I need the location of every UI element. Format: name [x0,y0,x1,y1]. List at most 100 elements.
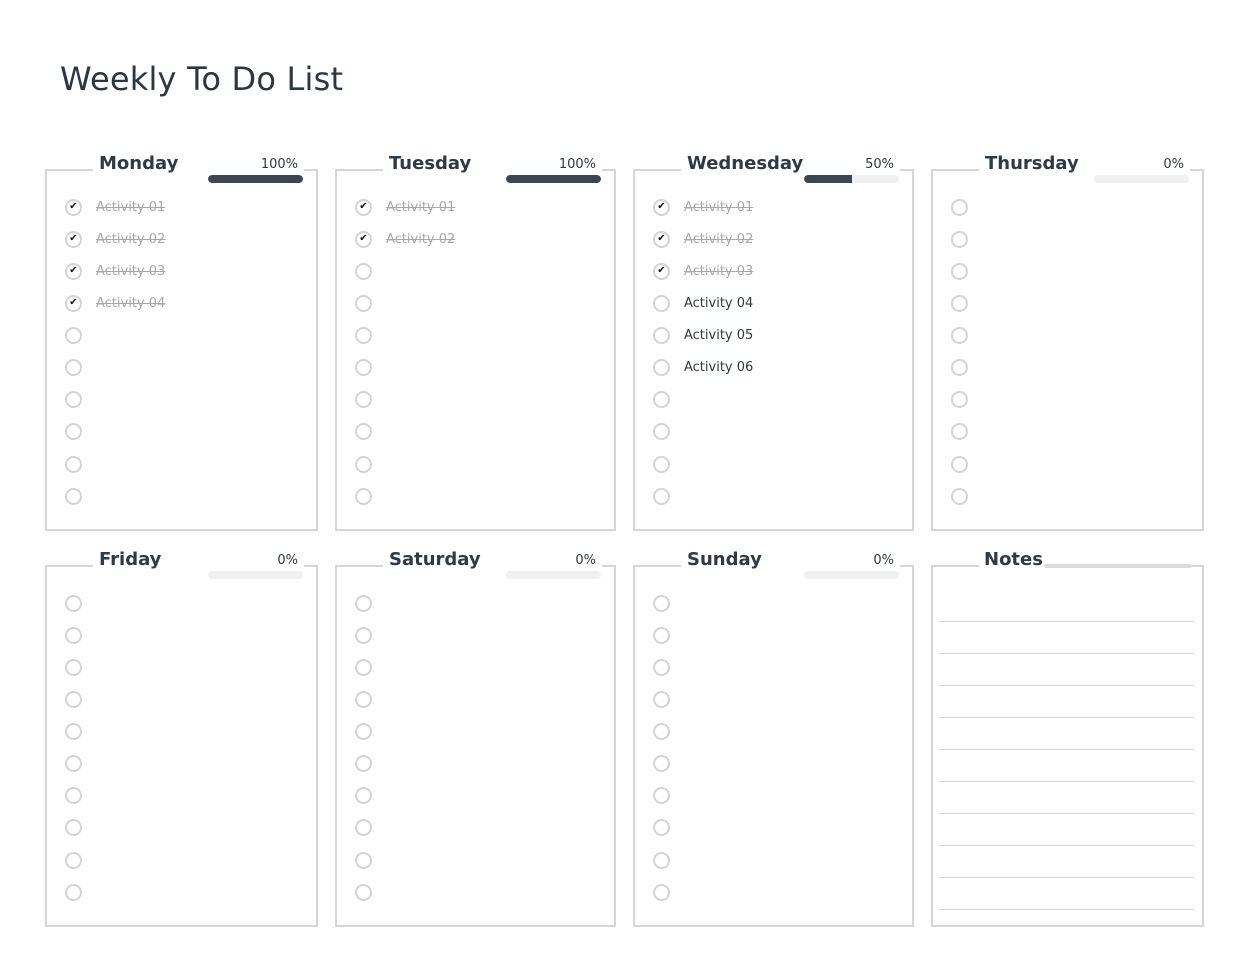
todo-item[interactable] [653,624,684,646]
checkmark-icon[interactable]: ✔ [653,198,670,216]
todo-item[interactable]: ✔ Activity 01 [65,196,165,218]
empty-circle-icon[interactable] [65,390,82,408]
empty-circle-icon[interactable] [355,390,372,408]
todo-item[interactable] [355,592,386,614]
todo-item[interactable] [355,420,386,442]
empty-circle-icon[interactable] [65,786,82,804]
empty-circle-icon[interactable] [653,487,670,505]
todo-item-label[interactable]: Activity 02 [386,232,455,247]
todo-item[interactable] [355,388,386,410]
notes-line[interactable] [939,877,1194,878]
empty-circle-icon[interactable] [653,422,670,440]
todo-item[interactable] [65,485,96,507]
empty-circle-icon[interactable] [65,818,82,836]
empty-circle-icon[interactable] [65,626,82,644]
todo-item[interactable]: Activity 06 [653,356,753,378]
empty-circle-icon[interactable] [951,294,968,312]
empty-circle-icon[interactable] [653,294,670,312]
checkmark-icon[interactable]: ✔ [65,230,82,248]
todo-item[interactable] [355,292,386,314]
todo-item[interactable] [355,688,386,710]
checkmark-icon[interactable]: ✔ [65,294,82,312]
todo-item[interactable] [65,688,96,710]
todo-item[interactable] [951,196,982,218]
empty-circle-icon[interactable] [951,455,968,473]
todo-item[interactable] [355,656,386,678]
todo-item[interactable] [355,849,386,871]
todo-item[interactable] [653,656,684,678]
empty-circle-icon[interactable] [951,262,968,280]
empty-circle-icon[interactable] [355,358,372,376]
empty-circle-icon[interactable] [951,487,968,505]
todo-item[interactable] [951,292,982,314]
todo-item[interactable] [653,420,684,442]
todo-item[interactable] [951,453,982,475]
checkmark-icon[interactable]: ✔ [653,262,670,280]
empty-circle-icon[interactable] [355,455,372,473]
todo-item[interactable] [355,784,386,806]
todo-item[interactable] [951,228,982,250]
todo-item[interactable] [65,720,96,742]
checkmark-icon[interactable]: ✔ [65,262,82,280]
todo-item[interactable] [951,485,982,507]
todo-item[interactable] [65,784,96,806]
todo-item-label[interactable]: Activity 04 [96,296,165,311]
todo-item[interactable] [65,420,96,442]
empty-circle-icon[interactable] [65,690,82,708]
todo-item[interactable] [65,356,96,378]
empty-circle-icon[interactable] [65,422,82,440]
notes-line[interactable] [939,909,1194,910]
todo-item[interactable] [653,881,684,903]
todo-item[interactable] [653,388,684,410]
todo-item[interactable] [355,816,386,838]
notes-line[interactable] [939,781,1194,782]
todo-item[interactable] [65,624,96,646]
todo-item-label[interactable]: Activity 01 [386,200,455,215]
empty-circle-icon[interactable] [355,818,372,836]
todo-item[interactable] [653,752,684,774]
notes-line[interactable] [939,717,1194,718]
todo-item[interactable] [355,881,386,903]
empty-circle-icon[interactable] [355,294,372,312]
empty-circle-icon[interactable] [653,722,670,740]
checkmark-icon[interactable]: ✔ [65,198,82,216]
todo-item[interactable] [653,784,684,806]
todo-item[interactable]: ✔ Activity 04 [65,292,165,314]
empty-circle-icon[interactable] [355,754,372,772]
todo-item[interactable] [355,453,386,475]
notes-line[interactable] [939,813,1194,814]
todo-item[interactable]: ✔ Activity 02 [355,228,455,250]
todo-item-label[interactable]: Activity 04 [684,296,753,311]
todo-item[interactable] [951,388,982,410]
todo-item[interactable] [65,816,96,838]
empty-circle-icon[interactable] [355,690,372,708]
empty-circle-icon[interactable] [65,883,82,901]
empty-circle-icon[interactable] [355,786,372,804]
todo-item-label[interactable]: Activity 03 [684,264,753,279]
todo-item[interactable] [355,624,386,646]
empty-circle-icon[interactable] [355,422,372,440]
todo-item[interactable] [355,485,386,507]
todo-item[interactable] [653,816,684,838]
empty-circle-icon[interactable] [653,851,670,869]
todo-item[interactable] [951,420,982,442]
todo-item[interactable]: ✔ Activity 03 [653,260,753,282]
empty-circle-icon[interactable] [355,487,372,505]
empty-circle-icon[interactable] [65,326,82,344]
empty-circle-icon[interactable] [951,230,968,248]
notes-line[interactable] [939,621,1194,622]
empty-circle-icon[interactable] [653,883,670,901]
empty-circle-icon[interactable] [653,690,670,708]
todo-item[interactable] [653,688,684,710]
empty-circle-icon[interactable] [355,658,372,676]
empty-circle-icon[interactable] [355,883,372,901]
empty-circle-icon[interactable] [951,358,968,376]
todo-item[interactable] [65,752,96,774]
empty-circle-icon[interactable] [653,455,670,473]
todo-item[interactable] [65,881,96,903]
empty-circle-icon[interactable] [65,754,82,772]
empty-circle-icon[interactable] [653,326,670,344]
empty-circle-icon[interactable] [65,455,82,473]
empty-circle-icon[interactable] [653,818,670,836]
todo-item[interactable] [653,720,684,742]
